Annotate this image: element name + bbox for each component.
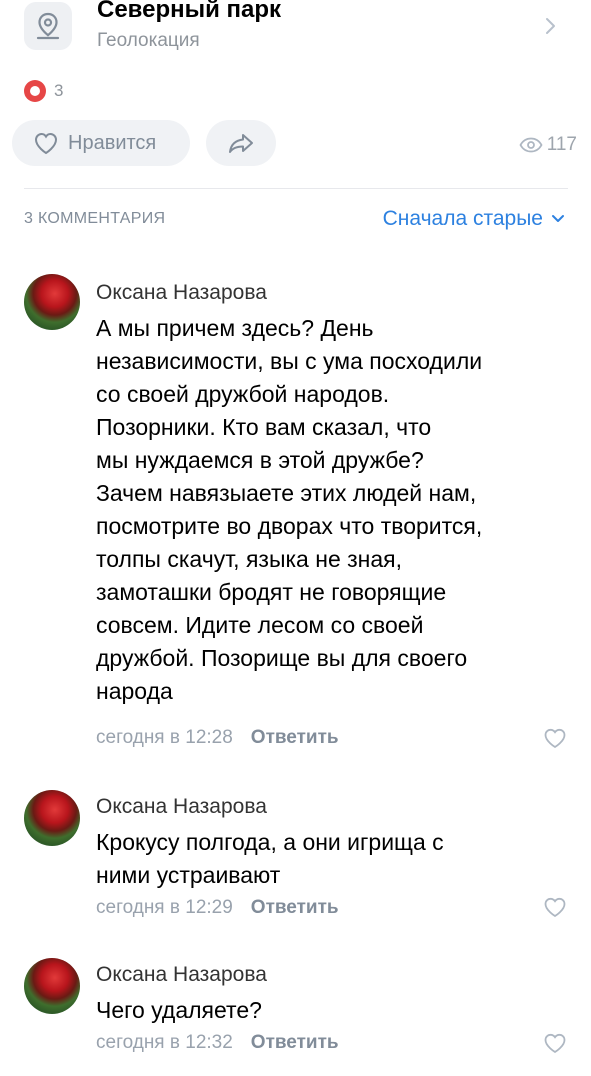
eye-icon	[519, 137, 543, 153]
comment-like-icon[interactable]	[542, 726, 568, 750]
reply-button[interactable]: Ответить	[251, 1032, 339, 1054]
geo-subtitle: Геолокация	[97, 30, 200, 51]
comment-item	[24, 790, 80, 846]
sort-dropdown[interactable]: Сначала старые	[383, 207, 565, 231]
reaction-summary[interactable]: 3	[24, 80, 63, 102]
reply-button[interactable]: Ответить	[251, 897, 339, 919]
share-arrow-icon	[229, 134, 253, 153]
views-count: 117	[546, 134, 577, 155]
like-label: Нравится	[68, 131, 157, 154]
comment-meta: сегодня в 12:28 Ответить	[96, 727, 339, 749]
comment-time: сегодня в 12:32	[96, 1032, 233, 1053]
chevron-right-icon[interactable]	[538, 14, 562, 38]
reply-button[interactable]: Ответить	[251, 727, 339, 749]
avatar[interactable]	[24, 958, 80, 1014]
share-button[interactable]	[206, 120, 276, 166]
comment-text: Крокусу полгода, а они игрища с ними уст…	[96, 829, 444, 888]
comment-meta: сегодня в 12:29 Ответить	[96, 897, 339, 919]
like-button[interactable]: Нравится	[12, 120, 190, 166]
reaction-count: 3	[54, 81, 64, 100]
avatar[interactable]	[24, 274, 80, 330]
heart-reaction-icon	[24, 80, 46, 102]
map-pin-icon	[36, 12, 60, 40]
comment-like-icon[interactable]	[542, 895, 568, 919]
comments-count: 3 КОММЕНТАРИЯ	[24, 210, 166, 227]
sort-label: Сначала старые	[382, 207, 543, 230]
comment-author[interactable]: Оксана Назарова	[96, 795, 267, 819]
divider	[24, 188, 568, 189]
comment-like-icon[interactable]	[542, 1031, 568, 1055]
comment-item	[24, 274, 80, 330]
heart-outline-icon	[34, 132, 58, 155]
comment-item	[24, 958, 80, 1014]
comment-text: Чего удаляете?	[96, 997, 262, 1023]
comment-time: сегодня в 12:28	[96, 727, 233, 748]
chevron-down-icon	[552, 215, 564, 222]
geo-title[interactable]: Северный парк	[97, 0, 281, 24]
comment-text: А мы причем здесь? День независимости, в…	[96, 315, 483, 704]
avatar[interactable]	[24, 790, 80, 846]
comment-author[interactable]: Оксана Назарова	[96, 281, 267, 305]
geo-location-icon-tile[interactable]	[24, 2, 72, 50]
comment-author[interactable]: Оксана Назарова	[96, 963, 267, 987]
views-counter: 117	[519, 134, 577, 156]
comment-meta: сегодня в 12:32 Ответить	[96, 1032, 339, 1054]
comment-time: сегодня в 12:29	[96, 897, 233, 918]
